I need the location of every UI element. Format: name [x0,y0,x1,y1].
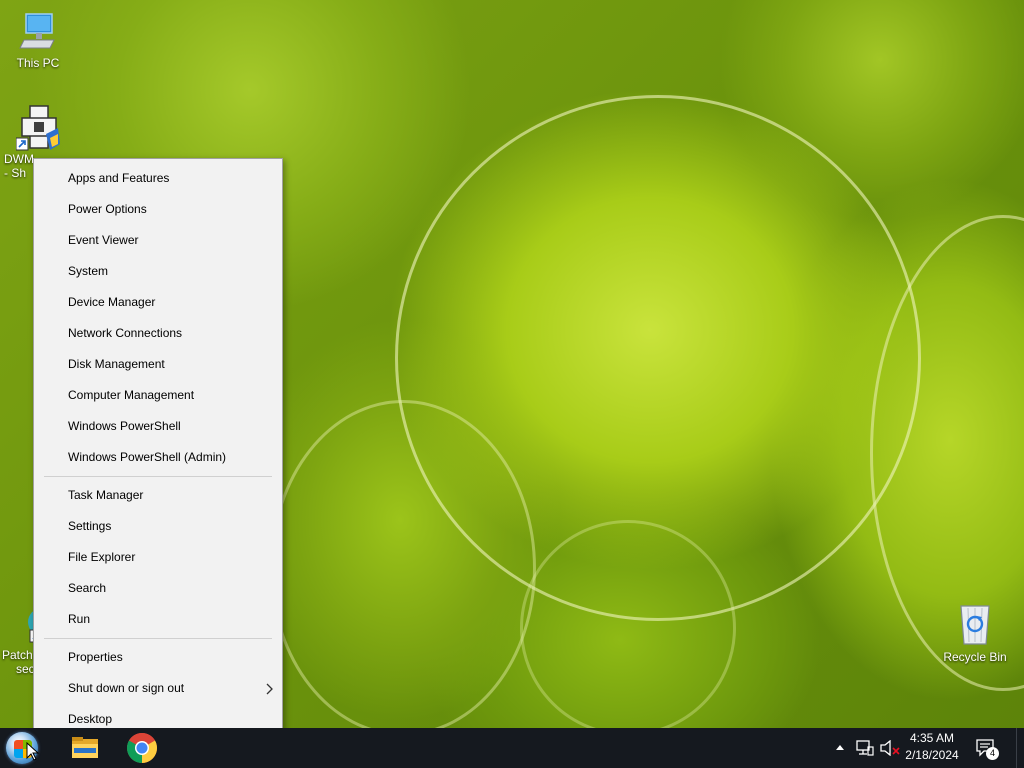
menu-item-event-viewer[interactable]: Event Viewer [34,225,282,256]
winx-context-menu: Apps and Features Power Options Event Vi… [33,158,283,738]
taskbar: 4:35 AM 2/18/2024 4 [0,728,1024,768]
menu-item-device-manager[interactable]: Device Manager [34,287,282,318]
desktop-icon-label: DWM [4,152,34,166]
menu-item-label: System [68,264,109,278]
taskbar-chrome[interactable] [118,728,166,768]
menu-item-windows-powershell-admin[interactable]: Windows PowerShell (Admin) [34,442,282,473]
menu-item-settings[interactable]: Settings [34,511,282,542]
folder-icon [72,737,98,758]
menu-item-system[interactable]: System [34,256,282,287]
menu-item-computer-management[interactable]: Computer Management [34,380,282,411]
menu-item-label: Properties [68,650,123,664]
desktop-icon-label: Patch [2,648,33,662]
chevron-right-icon [266,673,274,704]
computer-icon [16,8,60,52]
menu-item-label: Apps and Features [68,171,170,185]
clock-time: 4:35 AM [909,731,955,745]
tray-clock[interactable]: 4:35 AM 2/18/2024 [896,730,968,764]
menu-item-search[interactable]: Search [34,573,282,604]
menu-item-label: Computer Management [68,388,195,402]
menu-separator [44,638,272,639]
menu-item-apps-and-features[interactable]: Apps and Features [34,163,282,194]
menu-item-properties[interactable]: Properties [34,642,282,673]
menu-item-label: Desktop [68,712,113,726]
notification-count-badge: 4 [986,747,999,760]
menu-item-label: Search [68,581,107,595]
menu-item-label: File Explorer [68,550,136,564]
taskbar-file-explorer[interactable] [61,728,109,768]
tray-action-center[interactable]: 4 [972,728,1000,768]
menu-separator [44,476,272,477]
menu-item-file-explorer[interactable]: File Explorer [34,542,282,573]
menu-item-label: Network Connections [68,326,183,340]
menu-item-label: Disk Management [68,357,165,371]
menu-item-label: Power Options [68,202,147,216]
desktop-icon-label-line2: - Sh [4,166,27,180]
show-desktop-button[interactable] [1016,728,1024,768]
menu-item-windows-powershell[interactable]: Windows PowerShell [34,411,282,442]
menu-item-power-options[interactable]: Power Options [34,194,282,225]
clock-date: 2/18/2024 [905,748,959,762]
menu-item-label: Settings [68,519,112,533]
desktop-icon-label: Recycle Bin [943,650,1007,664]
menu-item-run[interactable]: Run [34,604,282,635]
menu-item-label: Task Manager [68,488,144,502]
menu-item-task-manager[interactable]: Task Manager [34,480,282,511]
menu-item-label: Windows PowerShell [68,419,181,433]
tray-overflow[interactable] [832,728,848,768]
tray-network[interactable] [854,728,876,768]
desktop-icon-recycle-bin[interactable]: Recycle Bin [937,602,1013,664]
desktop-icon-label-line2: sec [16,662,35,676]
menu-item-label: Run [68,612,91,626]
menu-item-label: Device Manager [68,295,156,309]
menu-item-disk-management[interactable]: Disk Management [34,349,282,380]
desktop-icon-label: This PC [16,56,60,70]
menu-item-label: Event Viewer [68,233,139,247]
recycle-bin-icon [953,602,997,646]
menu-item-label: Shut down or sign out [68,681,185,695]
package-icon [15,104,60,151]
start-button[interactable] [0,728,48,768]
chrome-icon [126,732,158,763]
mouse-cursor-icon [26,742,40,761]
network-icon [856,740,874,756]
desktop-icon-this-pc[interactable]: This PC [0,8,76,70]
menu-item-network-connections[interactable]: Network Connections [34,318,282,349]
chevron-up-icon [836,745,844,750]
menu-item-label: Windows PowerShell (Admin) [68,450,227,464]
menu-item-shut-down-or-sign-out[interactable]: Shut down or sign out [34,673,282,704]
